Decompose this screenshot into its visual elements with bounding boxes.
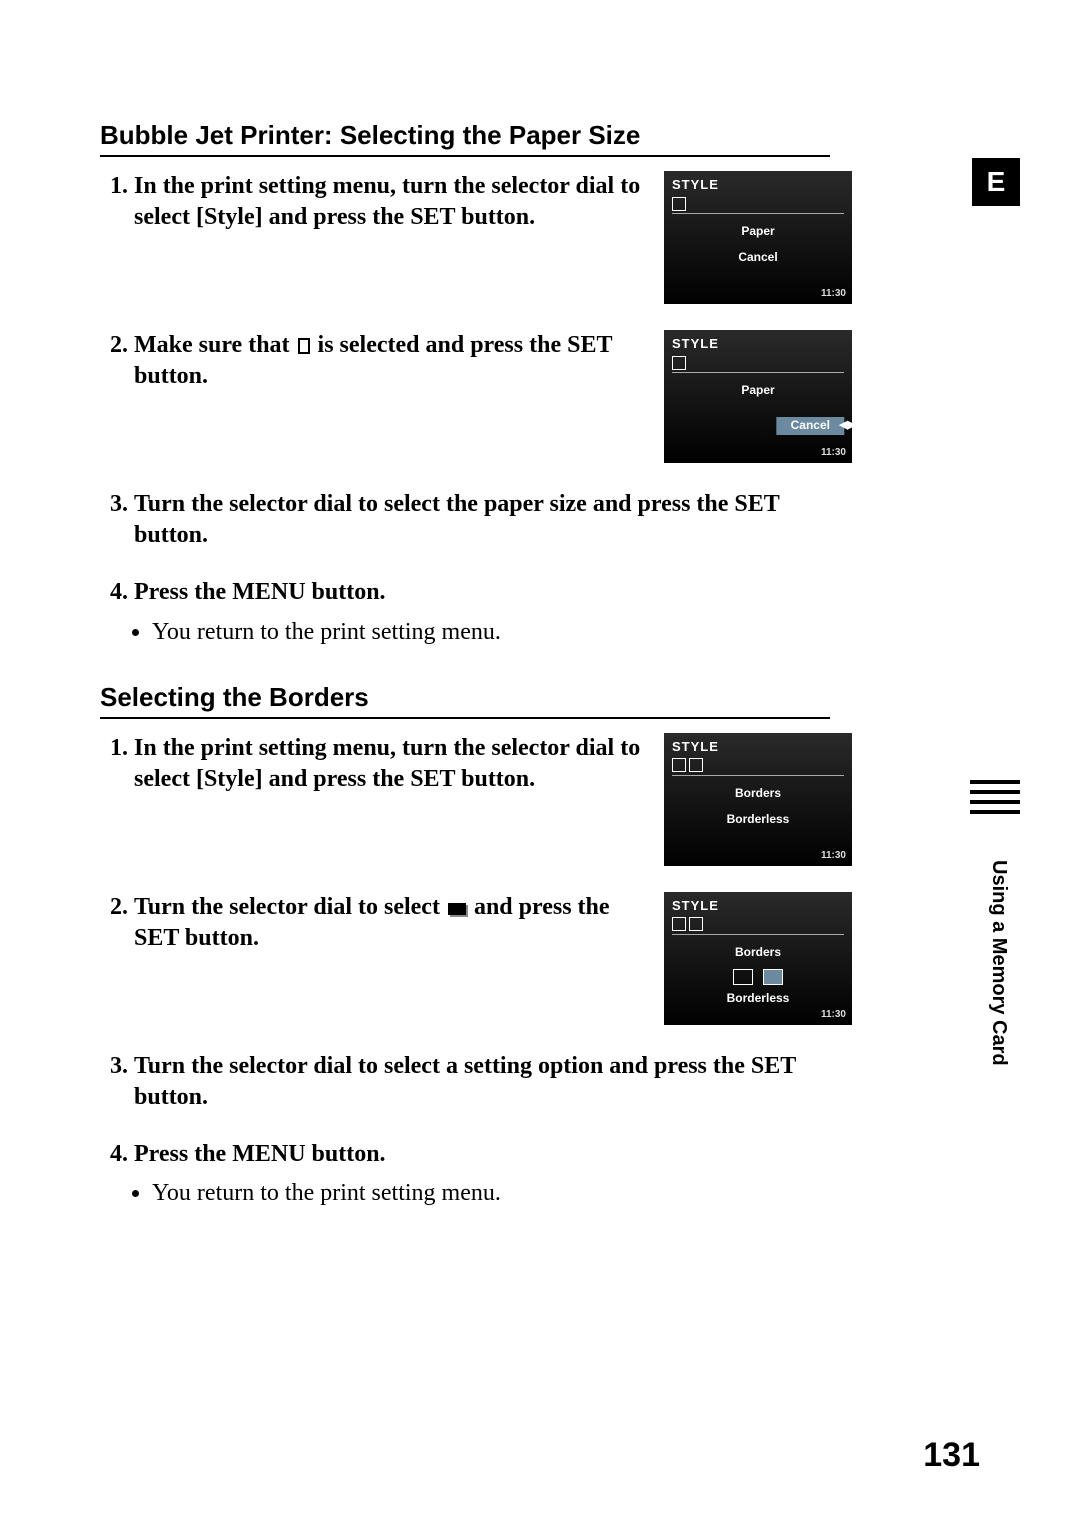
step-item: Press the MENU button. You return to the… <box>134 1139 980 1213</box>
tab-indicator-e: E <box>972 158 1020 206</box>
step-item: Turn the selector dial to select a setti… <box>134 1051 980 1113</box>
selector-arrow-icon: ◀▶ <box>839 418 856 432</box>
lcd-line: Borderless <box>672 991 844 1007</box>
step-text: Turn the selector dial to select a setti… <box>134 1051 854 1113</box>
step-sublist: You return to the print setting menu. <box>134 1178 854 1209</box>
section-heading: Bubble Jet Printer: Selecting the Paper … <box>100 120 830 157</box>
page-number: 131 <box>923 1436 980 1475</box>
step-text: Turn the selector dial to select the pap… <box>134 489 854 551</box>
step-item: Press the MENU button. You return to the… <box>134 577 980 651</box>
lcd-screenshot: STYLE Borders Borderless 11:30 <box>664 892 852 1025</box>
lcd-title: STYLE <box>672 739 844 756</box>
step-text: Make sure that is selected and press the… <box>134 330 644 392</box>
lcd-footer: 11:30 <box>821 287 846 300</box>
side-decorative-bars <box>970 780 1020 820</box>
lcd-footer: 11:30 <box>821 1008 846 1021</box>
steps-list: In the print setting menu, turn the sele… <box>100 171 980 652</box>
step-sublist: You return to the print setting menu. <box>134 617 854 648</box>
lcd-icons <box>672 196 844 212</box>
step-item: Turn the selector dial to select the pap… <box>134 489 980 551</box>
border-chip-icon <box>763 969 783 985</box>
steps-list: In the print setting menu, turn the sele… <box>100 733 980 1214</box>
step-item: In the print setting menu, turn the sele… <box>134 171 980 304</box>
lcd-title: STYLE <box>672 336 844 353</box>
step-text: Turn the selector dial to select and pre… <box>134 892 644 954</box>
lcd-title: STYLE <box>672 898 844 915</box>
step-sub-item: You return to the print setting menu. <box>152 617 854 648</box>
side-section-label: Using a Memory Card <box>987 860 1010 1066</box>
lcd-screenshot: STYLE Borders Borderless 11:30 <box>664 733 852 866</box>
lcd-chips <box>672 969 844 985</box>
step-item: Turn the selector dial to select and pre… <box>134 892 980 1025</box>
lcd-line: Borderless <box>672 812 844 828</box>
step-text: Press the MENU button. You return to the… <box>134 1139 854 1213</box>
lcd-line: Paper <box>672 224 844 240</box>
step-item: Make sure that is selected and press the… <box>134 330 980 463</box>
border-chip-icon <box>733 969 753 985</box>
paper-portrait-icon <box>298 338 310 354</box>
lcd-line: Cancel <box>672 250 844 266</box>
border-landscape-icon <box>448 903 466 915</box>
lcd-footer: 11:30 <box>821 446 846 459</box>
section-heading: Selecting the Borders <box>100 682 830 719</box>
lcd-line-selected: Cancel ◀▶ <box>777 417 844 435</box>
lcd-footer: 11:30 <box>821 849 846 862</box>
lcd-icons <box>672 758 844 774</box>
step-text: In the print setting menu, turn the sele… <box>134 171 644 233</box>
lcd-title: STYLE <box>672 177 844 194</box>
lcd-line: Paper <box>672 383 844 399</box>
step-sub-item: You return to the print setting menu. <box>152 1178 854 1209</box>
lcd-line: Borders <box>672 945 844 961</box>
step-text: Press the MENU button. You return to the… <box>134 577 854 651</box>
step-text: In the print setting menu, turn the sele… <box>134 733 644 795</box>
step-text-a: Turn the selector dial to select <box>134 894 446 920</box>
lcd-icons <box>672 355 844 371</box>
step-item: In the print setting menu, turn the sele… <box>134 733 980 866</box>
manual-page: E Using a Memory Card Bubble Jet Printer… <box>0 0 1080 1535</box>
lcd-line: Borders <box>672 786 844 802</box>
lcd-screenshot: STYLE Paper Cancel ◀▶ 11:30 <box>664 330 852 463</box>
step-text-a: Make sure that <box>134 332 296 358</box>
lcd-screenshot: STYLE Paper Cancel 11:30 <box>664 171 852 304</box>
lcd-icons <box>672 917 844 933</box>
